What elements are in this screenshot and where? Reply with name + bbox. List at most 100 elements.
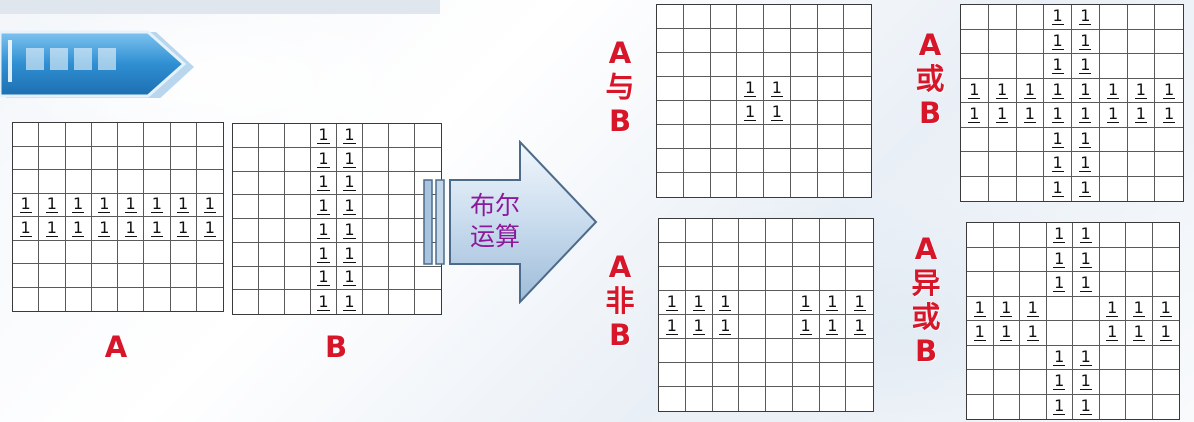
grid-cell [686,387,713,411]
grid-cell [259,219,285,243]
grid-cell: 1 [170,193,197,217]
grid-cell [91,240,118,264]
grid-cell: 1 [1072,54,1100,79]
grid-cell: 1 [1020,321,1047,346]
grid-cell: 1 [737,101,764,125]
grid-cell: 1 [311,124,337,148]
grid-cell [739,243,766,267]
grid-cell [1020,370,1047,395]
grid-cell [844,173,871,197]
grid-cell [1152,223,1179,248]
grid-cell [844,125,871,149]
grid-cell [710,29,738,53]
grid-cell [1017,176,1045,201]
grid-cell: 1 [961,103,989,128]
grid-cell [233,124,259,148]
grid-cell [683,5,711,29]
grid-cell [683,53,711,77]
grid-cell [819,363,847,387]
grid-cell: 1 [1072,127,1100,152]
grid-cell [389,290,415,314]
grid-cell [39,264,66,288]
grid-cell [766,291,793,315]
grid-cell [259,290,285,314]
grid-cell [659,243,686,267]
grid-cell [659,267,686,291]
grid-cell [710,125,738,149]
grid-cell [764,125,791,149]
grid-cell [144,287,171,311]
grid-cell [144,240,171,264]
grid-cell [1127,54,1156,79]
label-xor-op2: 或 [911,300,941,334]
title-strip [0,0,440,14]
grid-cell [285,171,311,196]
grid-cell [13,240,40,264]
grid-cell [792,219,820,243]
grid-cell [657,29,684,53]
grid-cell [764,173,791,197]
grid-cell [683,125,711,149]
label-and-b: B [608,104,632,138]
grid-cell [363,266,389,291]
grid-cell [967,394,994,419]
grid-cell: 1 [1152,297,1179,321]
grid-cell: 1 [337,242,363,267]
grid-cell: 1 [13,193,40,217]
grid-cell [764,29,791,53]
grid-cell: 1 [1044,5,1072,30]
grid-cell [13,123,40,147]
grid-cell: 1 [337,171,363,196]
grid-cell [196,123,223,147]
grid-cell [1099,127,1128,152]
grid-cell [846,387,873,411]
grid-cell [389,195,415,219]
grid-cell [993,272,1020,297]
grid-cell [766,243,793,267]
grid-cell [118,240,145,264]
grid-cell: 1 [988,78,1017,103]
grid-cell [1016,152,1045,177]
grid-cell [792,363,820,387]
grid-cell [710,77,738,101]
grid-cell: 1 [1072,176,1100,201]
grid-cell [790,53,818,77]
grid-cell [1155,177,1183,202]
grid-cell: 1 [144,217,171,241]
grid-cell [713,387,740,411]
label-not: A 非 B [600,250,640,352]
grid-cell [712,267,740,291]
grid-cell: 1 [1099,78,1128,103]
grid-cell [13,287,40,311]
grid-cell [993,345,1020,370]
grid-cell [39,123,66,147]
grid-cell [791,173,818,197]
grid-cell [196,241,223,264]
grid-cell [1073,296,1100,321]
grid-cell: 1 [993,296,1020,321]
grid-cell [259,266,285,291]
grid-cell [766,267,793,291]
label-a: A [104,330,128,364]
grid-cell [170,264,197,288]
grid-cell [683,77,711,101]
grid-cell [819,219,847,243]
grid-cell [91,170,118,194]
grid-cell [988,152,1017,177]
grid-cell [171,287,197,311]
grid-cell [1126,345,1153,370]
grid-cell [792,339,820,363]
grid-cell: 1 [39,193,66,217]
grid-cell [967,223,994,248]
grid-cell [259,242,285,267]
grid-cell [285,242,311,267]
grid-cell [363,124,389,148]
grid-cell [118,287,145,311]
grid-cell [685,363,713,387]
label-or: A 或 B [910,28,950,130]
grid-cell: 1 [764,77,791,101]
grid-cell [737,149,764,173]
grid-cell [846,219,873,243]
grid-cell [659,219,686,243]
grid-cell [1126,370,1153,395]
